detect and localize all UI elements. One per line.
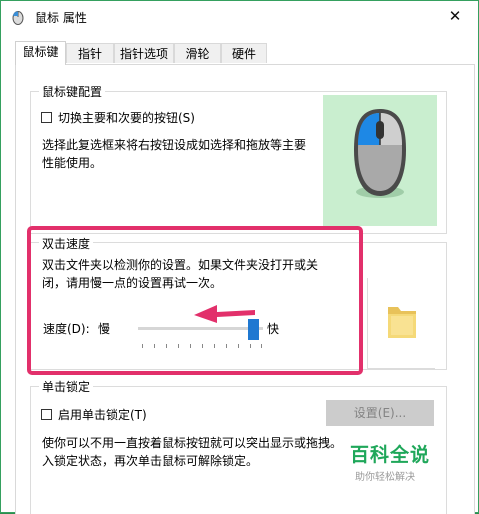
tab-buttons[interactable]: 鼠标键 xyxy=(15,41,66,65)
close-button[interactable]: ✕ xyxy=(432,1,478,31)
title-bar[interactable]: 鼠标 属性 ✕ xyxy=(1,1,478,33)
button-config-desc-line2: 性能使用。 xyxy=(42,156,103,170)
click-lock-description: 使你可以不用一直按着鼠标按钮就可以突出显示或拖拽。 入锁定状态，再次单击鼠标可解… xyxy=(42,434,342,470)
button-config-desc-line1: 选择此复选框来将右按钮设成如选择和拖放等主要 xyxy=(42,138,307,152)
mouse-preview xyxy=(323,95,437,226)
tab-hardware[interactable]: 硬件 xyxy=(221,43,267,63)
tab-pointers[interactable]: 指针 xyxy=(66,43,114,63)
mouse-properties-window: 鼠标 属性 ✕ 鼠标键 指针 指针选项 滑轮 硬件 鼠标键配置 切换主要和次要的… xyxy=(0,0,479,514)
click-lock-label: 启用单击锁定(T) xyxy=(58,408,147,422)
click-lock-desc-line2: 入锁定状态，再次单击鼠标可解除锁定。 xyxy=(42,454,259,468)
switch-buttons-checkbox[interactable] xyxy=(41,112,52,123)
button-config-description: 选择此复选框来将右按钮设成如选择和拖放等主要 性能使用。 xyxy=(42,136,306,172)
tab-strip: 鼠标键 指针 指针选项 滑轮 硬件 xyxy=(15,41,475,65)
switch-buttons-label: 切换主要和次要的按钮(S) xyxy=(58,111,195,125)
tab-wheel[interactable]: 滑轮 xyxy=(174,43,221,63)
mouse-app-icon xyxy=(12,11,24,25)
click-lock-checkbox[interactable] xyxy=(41,409,52,420)
tab-pointer-options[interactable]: 指针选项 xyxy=(114,43,174,63)
click-lock-row[interactable]: 启用单击锁定(T) xyxy=(41,406,147,423)
folder-test-area[interactable] xyxy=(367,278,435,369)
switch-buttons-row[interactable]: 切换主要和次要的按钮(S) xyxy=(41,109,195,126)
watermark-logo: 百科全说 助你轻松解决 xyxy=(350,440,450,483)
button-config-title: 鼠标键配置 xyxy=(39,83,106,100)
click-lock-desc-line1: 使你可以不用一直按着鼠标按钮就可以突出显示或拖拽。 xyxy=(42,436,343,450)
mouse-icon xyxy=(354,109,406,198)
click-lock-title: 单击锁定 xyxy=(39,378,94,395)
click-lock-settings-button[interactable]: 设置(E)... xyxy=(326,400,434,426)
close-icon: ✕ xyxy=(448,7,462,25)
highlight-frame xyxy=(27,226,363,375)
folder-icon[interactable] xyxy=(368,278,434,367)
window-title: 鼠标 属性 xyxy=(35,11,87,25)
watermark-sub: 助你轻松解决 xyxy=(355,472,415,483)
watermark-main: 百科全说 xyxy=(350,444,431,466)
